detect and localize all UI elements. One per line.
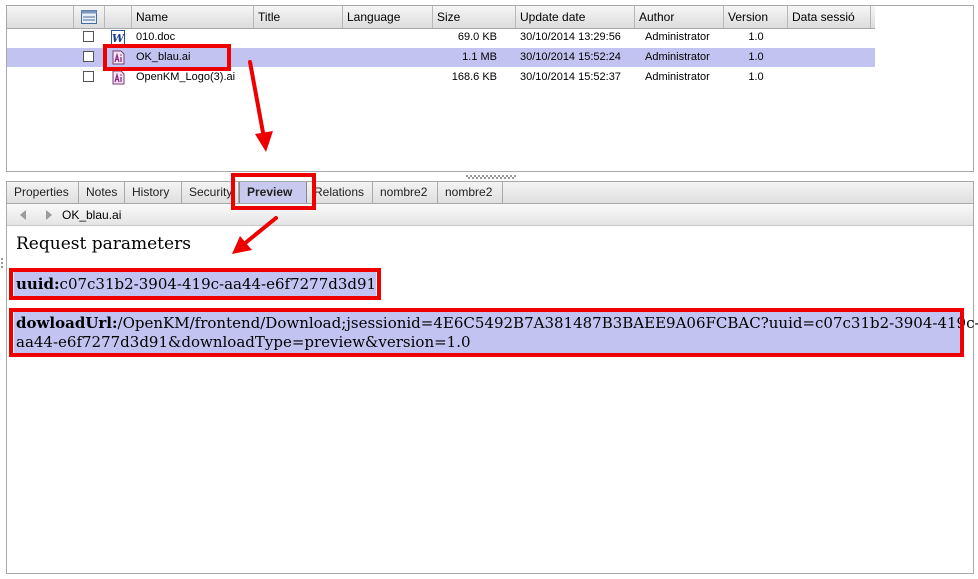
detail-tab-bar: Properties Notes History Security Previe… [6, 181, 974, 204]
forward-arrow-icon[interactable] [45, 210, 53, 220]
tab-properties[interactable]: Properties [7, 182, 79, 204]
svg-text:W: W [112, 32, 125, 45]
tab-nombre2-second[interactable]: nombre2 [438, 182, 503, 204]
row-update-date: 30/10/2014 15:52:24 [520, 51, 621, 63]
illustrator-file-icon [112, 50, 125, 65]
column-header-size[interactable]: Size [433, 6, 516, 28]
tab-notes[interactable]: Notes [79, 182, 125, 204]
uuid-parameter: uuid:c07c31b2-3904-419c-aa44-e6f7277d3d9… [14, 272, 376, 296]
row-name[interactable]: OpenKM_Logo(3).ai [136, 68, 254, 87]
back-arrow-icon[interactable] [19, 210, 27, 220]
row-checkbox[interactable] [83, 71, 94, 82]
row-version: 1.0 [748, 71, 764, 83]
row-update-date: 30/10/2014 13:29:56 [520, 31, 621, 43]
request-parameters-heading: Request parameters [16, 234, 191, 254]
tab-history[interactable]: History [125, 182, 182, 204]
row-update-date: 30/10/2014 15:52:37 [520, 71, 621, 83]
table-header: Name Title Language Size Update date Aut… [7, 6, 875, 29]
row-title [254, 28, 343, 47]
row-version: 1.0 [748, 31, 764, 43]
row-size: 69.0 KB [457, 31, 497, 43]
uuid-value: c07c31b2-3904-419c-aa44-e6f7277d3d91 [59, 275, 377, 293]
preview-filename: OK_blau.ai [62, 208, 122, 222]
download-url-label: dowloadUrl: [16, 314, 118, 332]
column-header-session-date[interactable]: Data sessió [788, 6, 871, 28]
column-header-name[interactable]: Name [132, 6, 254, 28]
row-author: Administrator [645, 51, 710, 63]
row-checkbox[interactable] [83, 51, 94, 62]
header-spacer [7, 6, 74, 28]
row-language [343, 28, 433, 47]
table-row[interactable]: W 010.doc 69.0 KB 30/10/2014 13:29:56 Ad… [7, 28, 875, 47]
row-language [343, 48, 433, 67]
row-checkbox[interactable] [83, 31, 94, 42]
download-url-line-1: /OpenKM/frontend/Download;jsessionid=4E6… [117, 314, 978, 332]
row-language [343, 68, 433, 87]
download-url-parameter: dowloadUrl:/OpenKM/frontend/Download;jse… [14, 312, 978, 354]
download-url-line-2: aa44-e6f7277d3d91&downloadType=preview&v… [16, 333, 471, 351]
column-header-language[interactable]: Language [343, 6, 433, 28]
tab-security[interactable]: Security [182, 182, 239, 204]
preview-panel [6, 203, 974, 574]
row-author: Administrator [645, 71, 710, 83]
row-version: 1.0 [748, 51, 764, 63]
panel-splitter-handle[interactable] [466, 175, 516, 179]
column-header-title[interactable]: Title [254, 6, 343, 28]
table-row[interactable]: OpenKM_Logo(3).ai 168.6 KB 30/10/2014 15… [7, 68, 875, 87]
row-author: Administrator [645, 31, 710, 43]
row-name[interactable]: 010.doc [136, 28, 254, 47]
uuid-label: uuid: [16, 275, 60, 293]
tab-nombre2[interactable]: nombre2 [373, 182, 438, 204]
document-table: Name Title Language Size Update date Aut… [6, 5, 974, 172]
column-header-author[interactable]: Author [635, 6, 724, 28]
column-header-update-date[interactable]: Update date [516, 6, 635, 28]
row-title [254, 48, 343, 67]
row-size: 1.1 MB [462, 51, 497, 63]
row-title [254, 68, 343, 87]
row-size: 168.6 KB [451, 71, 497, 83]
word-doc-icon: W [111, 30, 125, 45]
row-name[interactable]: OK_blau.ai [136, 48, 254, 67]
column-selector-icon[interactable] [81, 10, 97, 24]
tab-preview[interactable]: Preview [239, 182, 307, 204]
illustrator-file-icon [112, 70, 125, 85]
tab-relations[interactable]: Relations [307, 182, 373, 204]
header-icon-column [105, 6, 132, 28]
column-header-version[interactable]: Version [724, 6, 788, 28]
table-row-selected[interactable]: OK_blau.ai 1.1 MB 30/10/2014 15:52:24 Ad… [7, 48, 875, 67]
header-select-all[interactable] [74, 6, 105, 28]
left-resize-grip[interactable] [0, 258, 4, 270]
preview-toolbar: OK_blau.ai [7, 204, 973, 226]
